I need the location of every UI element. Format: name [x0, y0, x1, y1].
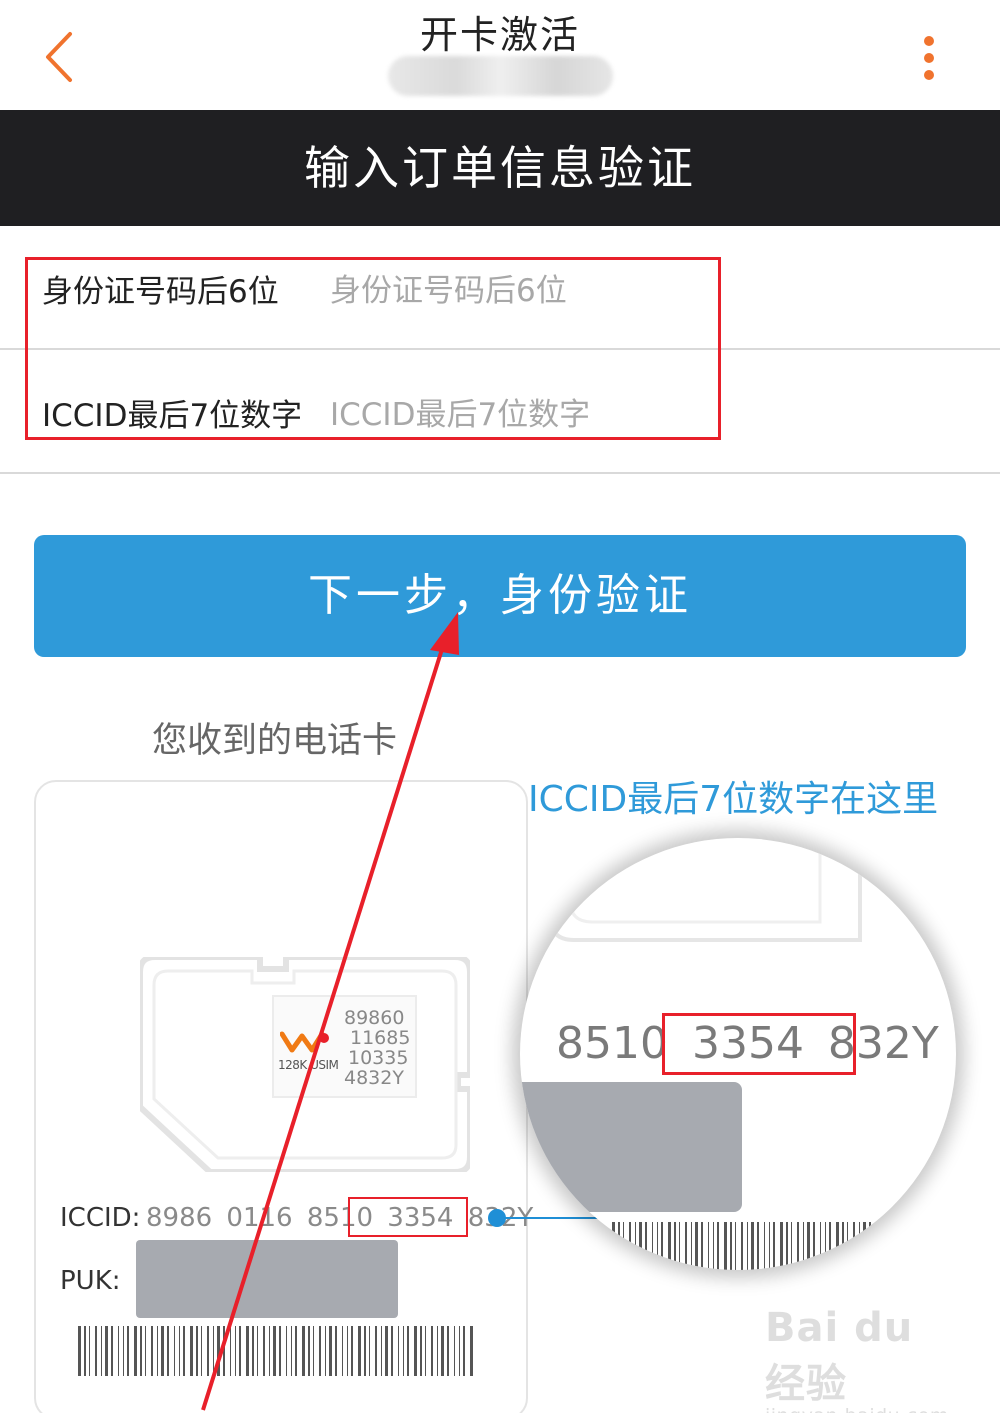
barcode-bar — [612, 1222, 615, 1270]
callout-dot — [488, 1209, 506, 1227]
barcode-bar — [695, 1222, 698, 1270]
barcode-bar — [829, 1222, 831, 1270]
barcode-bar — [898, 1222, 900, 1270]
barcode-bar — [842, 1222, 844, 1270]
barcode-bar — [657, 1222, 658, 1270]
barcode-bar — [730, 1222, 732, 1270]
barcode-bar — [881, 1222, 882, 1270]
barcode-bar — [903, 1222, 904, 1270]
barcode-bar — [925, 1222, 927, 1270]
barcode-bar — [679, 1222, 680, 1270]
barcode-bar — [674, 1222, 676, 1270]
barcode-bar — [847, 1222, 848, 1270]
barcode-bar — [791, 1222, 792, 1270]
barcode-bar — [803, 1222, 804, 1270]
magnified-puk-redacted — [520, 1082, 742, 1212]
watermark-main: Bai du 经验 — [765, 1305, 914, 1407]
barcode-bar — [645, 1222, 647, 1270]
barcode-bar — [876, 1222, 877, 1270]
barcode-bar — [859, 1222, 860, 1270]
barcode-bar — [661, 1222, 663, 1270]
magnifier-zoom: 8510 3354 832Y — [520, 838, 956, 1270]
barcode-bar — [685, 1222, 687, 1270]
barcode-bar — [708, 1222, 709, 1270]
barcode-bar — [713, 1222, 714, 1270]
barcode-bar — [807, 1222, 810, 1270]
barcode-bar — [863, 1222, 866, 1270]
barcode-bar — [941, 1222, 942, 1270]
barcode-bar — [892, 1222, 895, 1270]
barcode-bar — [757, 1222, 759, 1270]
barcode-bar — [885, 1222, 887, 1270]
barcode-bar — [701, 1222, 703, 1270]
barcode-bar — [652, 1222, 653, 1270]
barcode-bar — [773, 1222, 775, 1270]
barcode-bar — [915, 1222, 916, 1270]
barcode-bar — [724, 1222, 727, 1270]
barcode-bar — [764, 1222, 765, 1270]
barcode-bar — [937, 1222, 938, 1270]
magnified-highlight — [662, 1013, 856, 1075]
barcode-bar — [741, 1222, 743, 1270]
barcode-bar — [909, 1222, 911, 1270]
barcode-bar — [836, 1222, 839, 1270]
barcode-bar — [629, 1222, 631, 1270]
barcode-bar — [786, 1222, 788, 1270]
barcode-bar — [639, 1222, 642, 1270]
baidu-watermark: Bai du 经验 jingyan.baidu.com — [765, 1305, 965, 1413]
barcode-bar — [635, 1222, 636, 1270]
barcode-bar — [797, 1222, 799, 1270]
watermark-sub: jingyan.baidu.com — [765, 1405, 965, 1413]
barcode-bar — [691, 1222, 692, 1270]
barcode-bar — [869, 1222, 871, 1270]
barcode-bar — [820, 1222, 821, 1270]
barcode-bar — [780, 1222, 783, 1270]
barcode-bar — [623, 1222, 624, 1270]
barcode-bar — [919, 1222, 922, 1270]
barcode-bar — [747, 1222, 748, 1270]
barcode-bar — [813, 1222, 815, 1270]
barcode-bar — [932, 1222, 933, 1270]
barcode-bar — [735, 1222, 736, 1270]
barcode-bar — [825, 1222, 826, 1270]
barcode-bar — [717, 1222, 719, 1270]
barcode-bar — [751, 1222, 754, 1270]
barcode-bar — [668, 1222, 671, 1270]
barcode-bar — [618, 1222, 620, 1270]
barcode-bar — [769, 1222, 770, 1270]
magnified-barcode — [612, 1222, 942, 1270]
barcode-bar — [853, 1222, 855, 1270]
